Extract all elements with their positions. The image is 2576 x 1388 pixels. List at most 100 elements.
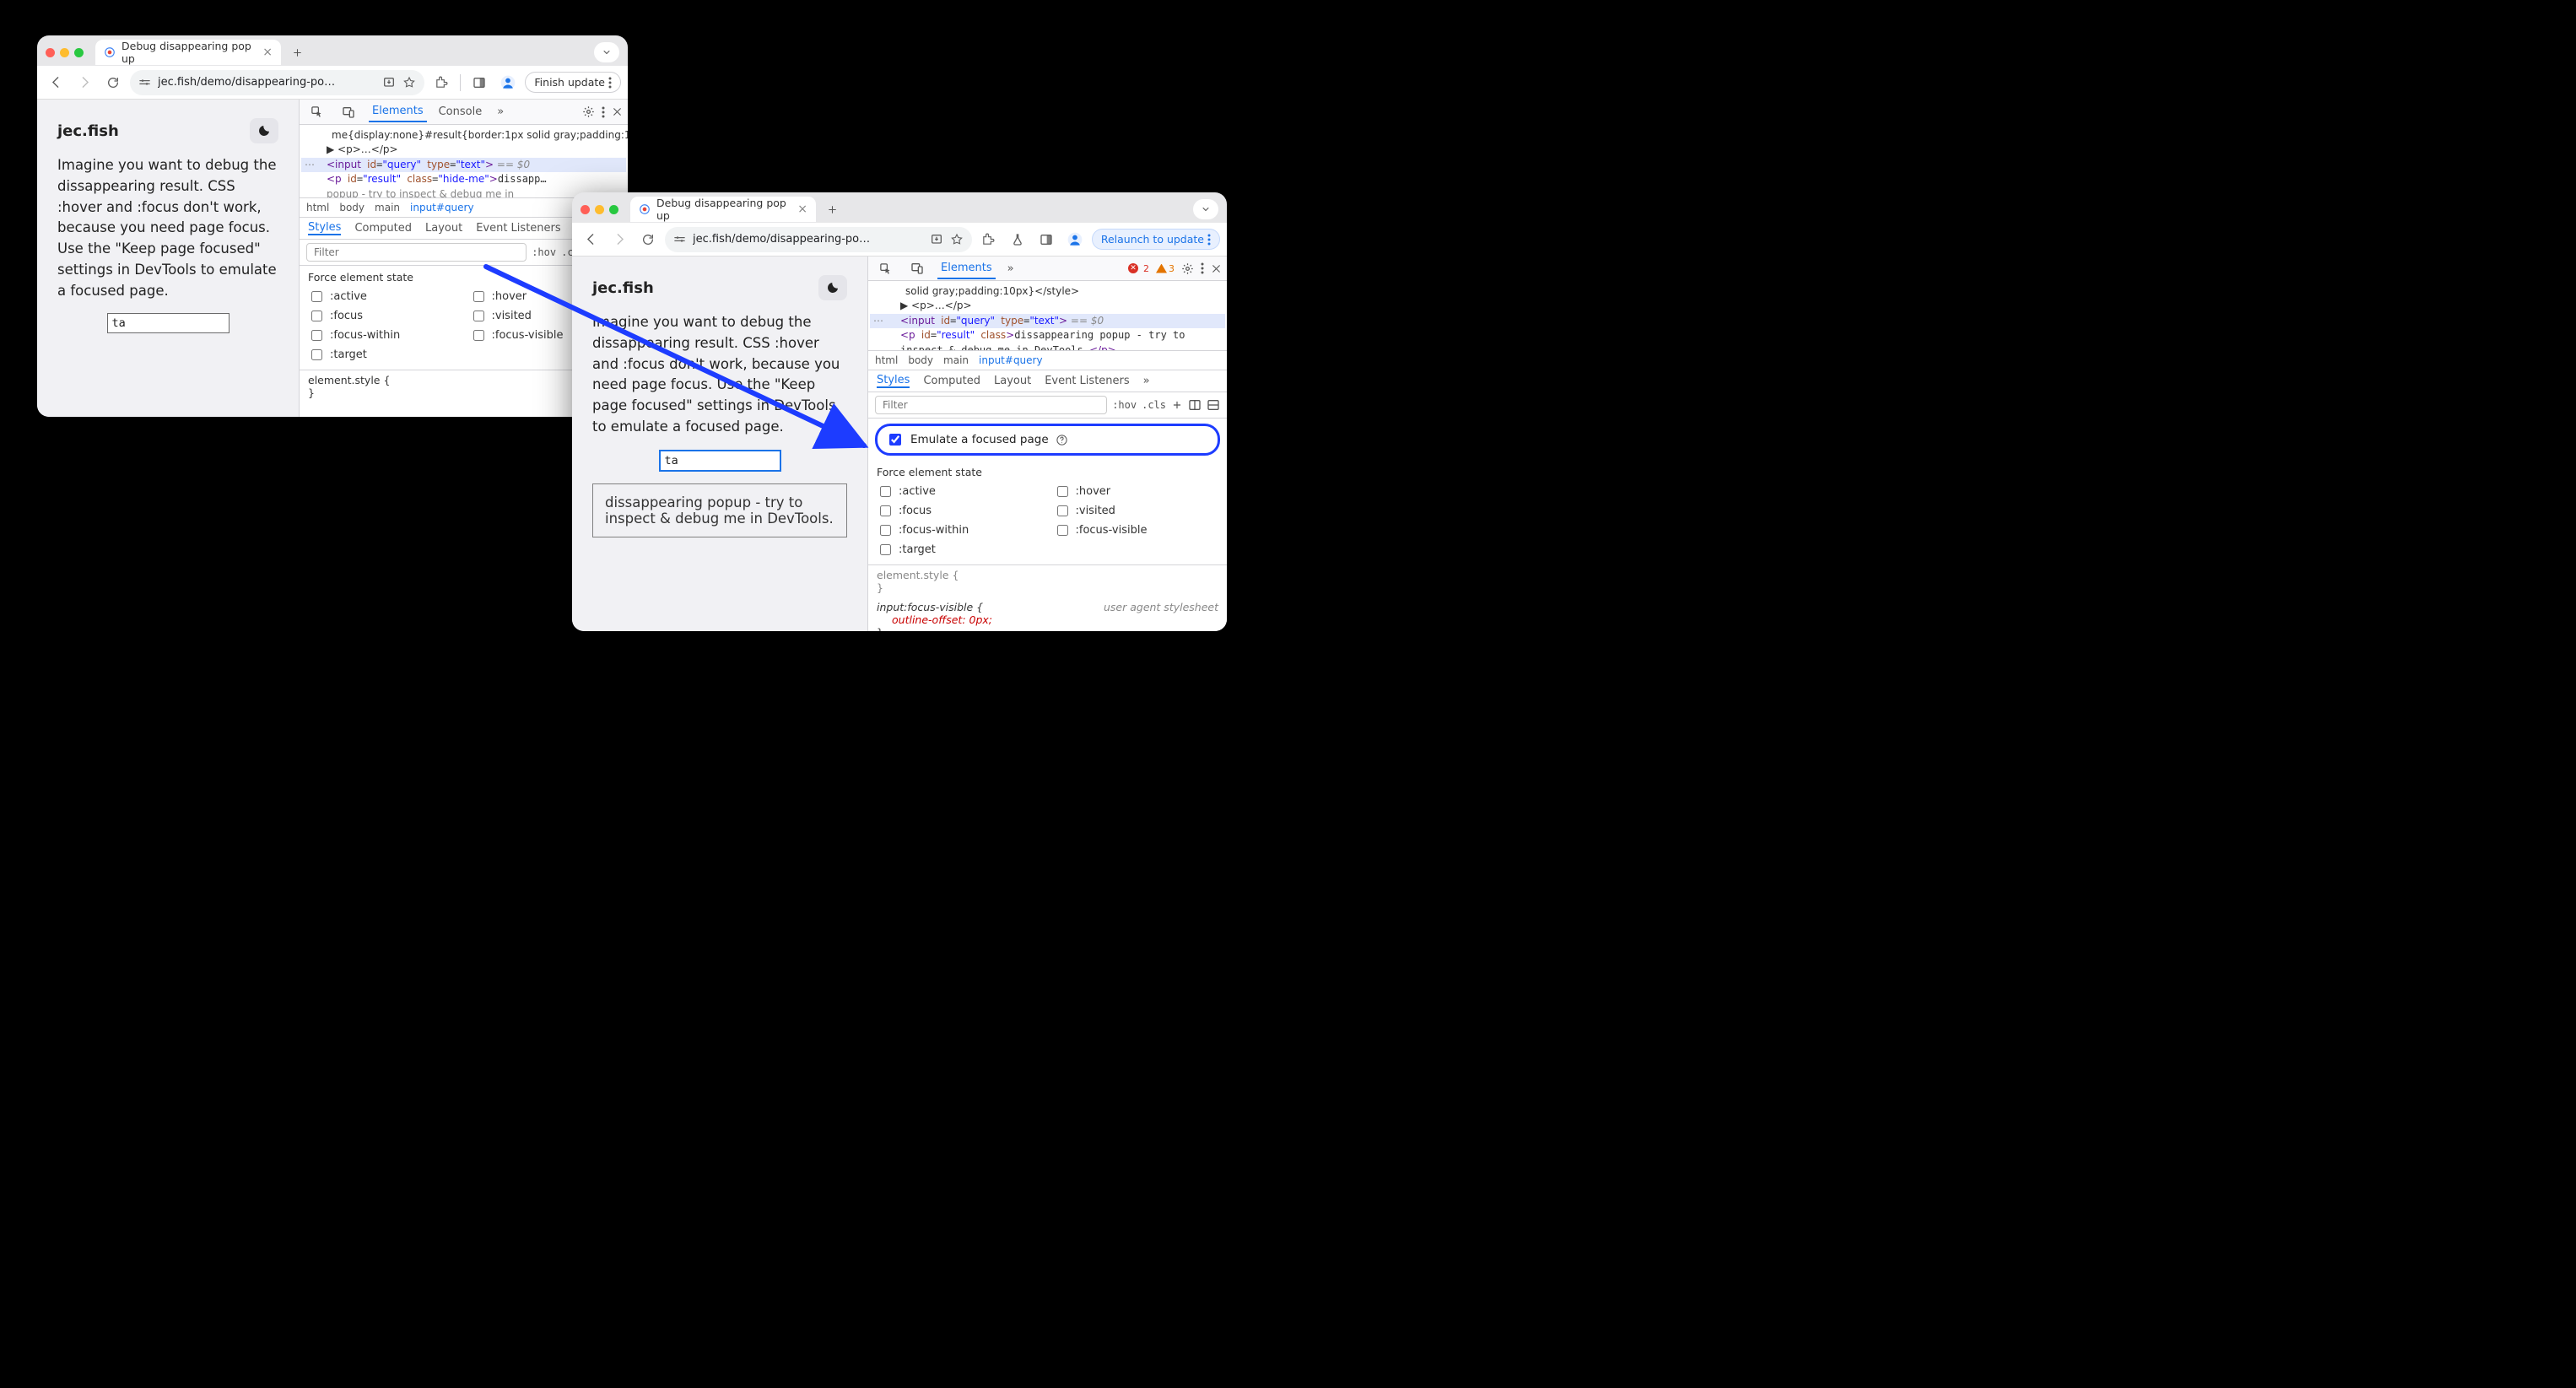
state-active[interactable]: :active [877,483,1042,500]
tab-overflow-button[interactable] [594,42,619,62]
tab-layout[interactable]: Layout [425,222,462,235]
sidepanel-button[interactable] [467,71,491,95]
labs-button[interactable] [1006,228,1029,251]
crumb[interactable]: html [306,202,329,213]
device-toggle-button[interactable] [905,257,929,280]
browser-tab[interactable]: Debug disappearing pop up × [95,40,281,65]
crumb[interactable]: html [875,354,898,366]
close-window-button[interactable] [46,48,55,57]
style-rule-focus-visible[interactable]: user agent stylesheet input:focus-visibl… [868,597,1227,631]
query-input[interactable] [659,450,781,472]
tab-console[interactable]: Console [435,102,486,122]
state-hover[interactable]: :hover [1054,483,1219,500]
theme-toggle-button[interactable] [818,275,847,300]
tab-event-listeners[interactable]: Event Listeners [476,222,560,235]
crumb[interactable]: main [943,354,969,366]
state-target[interactable]: :target [308,347,458,363]
styles-filter-input[interactable] [306,243,527,262]
emulate-focused-page-checkbox[interactable]: Emulate a focused page [875,424,1220,456]
crumb-selected[interactable]: input#query [979,354,1043,366]
forward-button[interactable] [608,228,631,251]
hov-toggle[interactable]: :hov [1112,399,1137,411]
state-focus[interactable]: :focus [308,308,458,324]
close-tab-icon[interactable]: × [797,203,807,216]
gear-icon[interactable] [1181,262,1194,275]
tab-layout[interactable]: Layout [994,375,1031,387]
minimize-window-button[interactable] [60,48,69,57]
bookmark-icon[interactable] [950,233,964,246]
sidepanel-button[interactable] [1034,228,1058,251]
tab-computed[interactable]: Computed [923,375,980,387]
reload-button[interactable] [101,71,125,95]
extensions-button[interactable] [977,228,1001,251]
hov-toggle[interactable]: :hov [532,246,556,258]
state-active[interactable]: :active [308,289,458,305]
elements-tree[interactable]: me{display:none}#result{border:1px solid… [300,125,628,197]
more-icon[interactable] [602,106,605,118]
elements-tree[interactable]: solid gray;padding:10px}</style> ▶ <p>…<… [868,281,1227,350]
close-icon[interactable] [1211,263,1222,274]
bookmark-icon[interactable] [402,76,416,89]
breadcrumb[interactable]: html body main input#query [868,350,1227,370]
close-window-button[interactable] [581,205,590,214]
query-input[interactable] [107,313,230,333]
state-focus-within[interactable]: :focus-within [308,327,458,343]
style-rule-element[interactable]: element.style { } [868,565,1227,597]
close-icon[interactable] [612,106,623,117]
gear-icon[interactable] [582,105,595,118]
update-button[interactable]: Relaunch to update [1092,229,1220,250]
tab-computed[interactable]: Computed [354,222,412,235]
profile-button[interactable] [1063,228,1087,251]
close-tab-icon[interactable]: × [262,46,273,59]
update-button[interactable]: Finish update [525,72,621,93]
tabs-overflow[interactable]: » [494,102,507,122]
new-tab-button[interactable] [286,41,308,63]
styles-filter-input[interactable] [875,396,1107,414]
back-button[interactable] [44,71,68,95]
state-focus-within[interactable]: :focus-within [877,522,1042,538]
tab-elements[interactable]: Elements [369,101,427,122]
browser-tab[interactable]: Debug disappearing pop up × [630,197,816,222]
maximize-window-button[interactable] [609,205,618,214]
help-icon[interactable] [1056,434,1068,446]
profile-button[interactable] [496,71,520,95]
warning-count[interactable]: 3 [1156,263,1175,274]
address-bar[interactable]: jec.fish/demo/disappearing-po… [130,70,424,95]
minimize-window-button[interactable] [595,205,604,214]
inspect-button[interactable] [873,257,897,280]
tab-styles[interactable]: Styles [308,221,341,235]
reload-button[interactable] [636,228,660,251]
page-paragraph: Imagine you want to debug the dissappear… [57,155,278,301]
theme-toggle-button[interactable] [250,118,278,143]
tab-styles[interactable]: Styles [877,374,910,388]
cls-toggle[interactable]: .cls [1142,399,1166,411]
tabs-overflow[interactable]: » [1004,259,1018,278]
state-focus-visible[interactable]: :focus-visible [1054,522,1219,538]
tab-overflow-button[interactable] [1193,199,1218,219]
extensions-button[interactable] [429,71,453,95]
panel-layout-icon[interactable] [1207,398,1220,412]
address-bar[interactable]: jec.fish/demo/disappearing-po… [665,227,972,252]
crumb[interactable]: body [339,202,365,213]
install-icon[interactable] [930,233,943,246]
state-focus[interactable]: :focus [877,503,1042,519]
tab-event-listeners[interactable]: Event Listeners [1045,375,1129,387]
crumb[interactable]: main [375,202,400,213]
new-tab-button[interactable] [821,198,843,220]
forward-button[interactable] [73,71,96,95]
new-rule-icon[interactable] [1171,399,1183,411]
crumb-selected[interactable]: input#query [410,202,474,213]
inspect-button[interactable] [305,100,328,124]
tabs-overflow[interactable]: » [1143,375,1150,387]
install-icon[interactable] [382,76,396,89]
crumb[interactable]: body [908,354,933,366]
back-button[interactable] [579,228,602,251]
device-toggle-button[interactable] [337,100,360,124]
error-count[interactable]: ✕2 [1128,263,1149,274]
more-icon[interactable] [1201,262,1204,274]
state-target[interactable]: :target [877,542,1042,558]
computed-panel-icon[interactable] [1188,398,1202,412]
maximize-window-button[interactable] [74,48,84,57]
tab-elements[interactable]: Elements [937,258,996,279]
state-visited[interactable]: :visited [1054,503,1219,519]
